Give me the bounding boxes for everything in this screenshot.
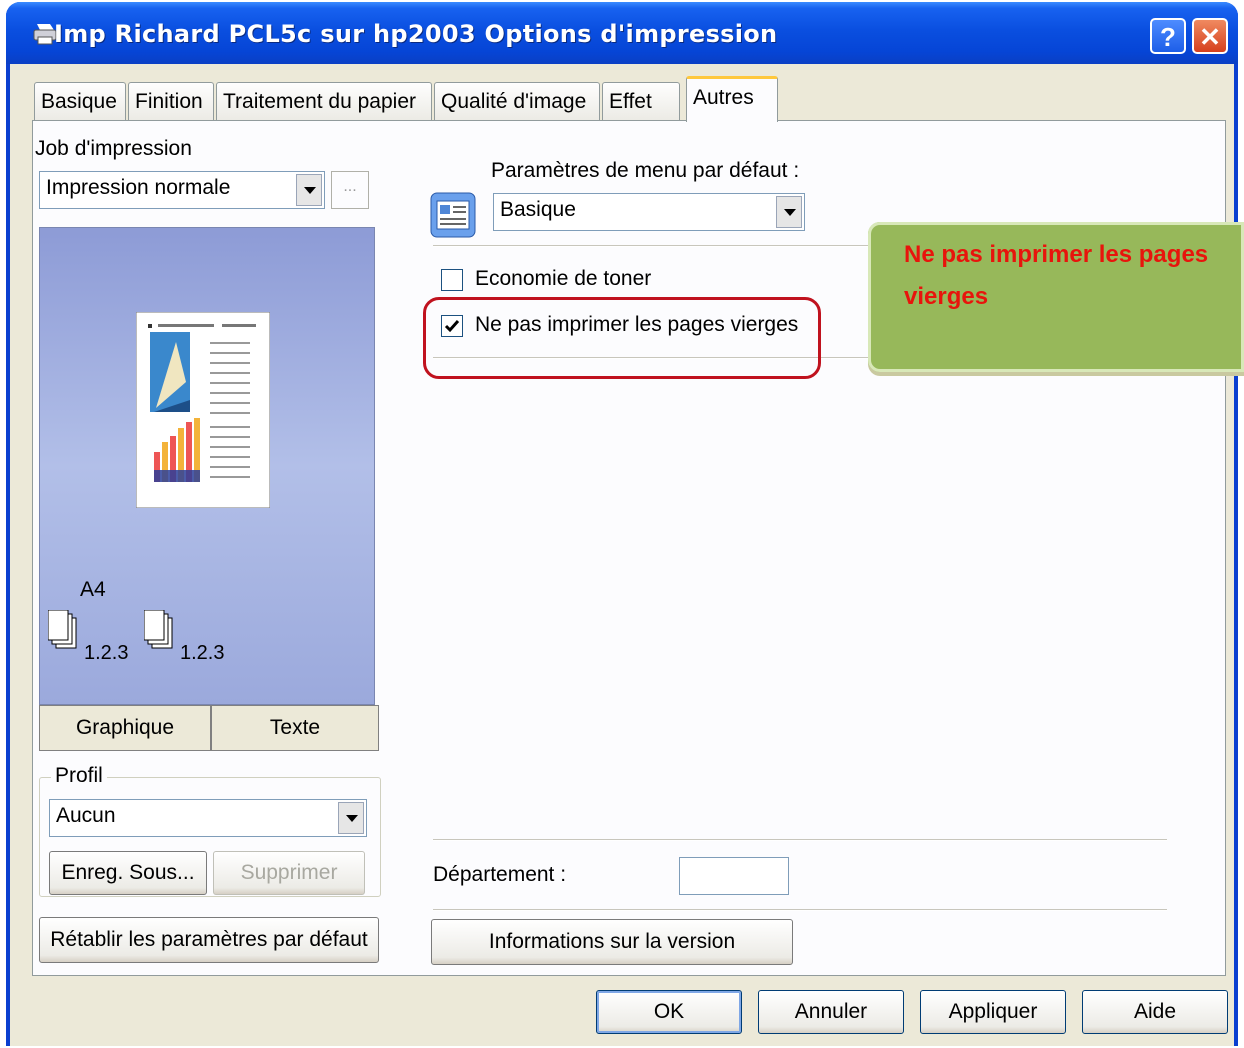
highlight-ring bbox=[423, 297, 821, 379]
restore-defaults-button[interactable]: Rétablir les paramètres par défaut bbox=[39, 917, 379, 963]
chevron-down-icon[interactable] bbox=[338, 802, 364, 834]
title-bar[interactable]: Imp Richard PCL5c sur hp2003 Options d'i… bbox=[6, 2, 1238, 64]
job-label: Job d'impression bbox=[35, 137, 192, 160]
job-select[interactable]: Impression normale bbox=[39, 171, 325, 209]
separator bbox=[433, 839, 1167, 841]
tab-effet[interactable]: Effet bbox=[602, 82, 680, 120]
paper-size-label: A4 bbox=[80, 578, 106, 601]
close-title-button[interactable]: ✕ bbox=[1192, 18, 1228, 54]
separator bbox=[433, 909, 1167, 911]
department-field[interactable] bbox=[679, 857, 789, 895]
print-options-window: Imp Richard PCL5c sur hp2003 Options d'i… bbox=[6, 2, 1238, 1046]
menu-defaults-label: Paramètres de menu par défaut : bbox=[491, 159, 800, 182]
profile-group-label: Profil bbox=[51, 764, 107, 788]
toner-saving-label: Economie de toner bbox=[475, 267, 652, 290]
help-title-button[interactable]: ? bbox=[1150, 18, 1186, 54]
document-thumbnail bbox=[136, 312, 270, 508]
department-label: Département : bbox=[433, 863, 567, 886]
version-info-button[interactable]: Informations sur la version bbox=[431, 919, 793, 965]
collate-copies-icon bbox=[48, 610, 77, 649]
tab-autres[interactable]: Autres bbox=[686, 76, 778, 122]
dialog-client: Basique Finition Traitement du papier Qu… bbox=[10, 64, 1234, 1046]
chevron-down-icon[interactable] bbox=[776, 196, 802, 228]
collate-label-1: 1.2.3 bbox=[84, 642, 129, 664]
tab-traitement-papier[interactable]: Traitement du papier bbox=[216, 82, 432, 120]
annotation-callout-text: Ne pas imprimer les pages vierges bbox=[904, 241, 1209, 310]
annotation-callout: Ne pas imprimer les pages vierges bbox=[868, 222, 1244, 372]
collate-copies-icon-2 bbox=[144, 610, 173, 649]
job-options-button[interactable]: ... bbox=[331, 171, 369, 209]
chevron-down-icon[interactable] bbox=[296, 174, 322, 206]
window-title: Imp Richard PCL5c sur hp2003 Options d'i… bbox=[54, 20, 778, 48]
profile-select[interactable]: Aucun bbox=[49, 799, 367, 837]
cancel-button[interactable]: Annuler bbox=[758, 990, 904, 1034]
menu-settings-icon bbox=[430, 192, 476, 238]
save-as-button[interactable]: Enreg. Sous... bbox=[49, 851, 207, 895]
collate-label-2: 1.2.3 bbox=[180, 642, 225, 664]
ok-button[interactable]: OK bbox=[596, 990, 742, 1034]
delete-button[interactable]: Supprimer bbox=[213, 851, 365, 895]
tab-graphique[interactable]: Graphique bbox=[39, 705, 211, 751]
page-preview: A4 1.2.3 1.2.3 bbox=[39, 227, 375, 705]
menu-defaults-select[interactable]: Basique bbox=[493, 193, 805, 231]
toner-saving-checkbox[interactable] bbox=[441, 269, 463, 291]
tab-basique[interactable]: Basique bbox=[34, 82, 126, 120]
tab-texte[interactable]: Texte bbox=[211, 705, 379, 751]
menu-defaults-value: Basique bbox=[500, 198, 576, 221]
tab-qualite-image[interactable]: Qualité d'image bbox=[434, 82, 600, 120]
tab-finition[interactable]: Finition bbox=[128, 82, 214, 120]
profile-select-value: Aucun bbox=[56, 804, 116, 827]
apply-button[interactable]: Appliquer bbox=[920, 990, 1066, 1034]
help-button[interactable]: Aide bbox=[1082, 990, 1228, 1034]
job-select-value: Impression normale bbox=[46, 176, 231, 199]
